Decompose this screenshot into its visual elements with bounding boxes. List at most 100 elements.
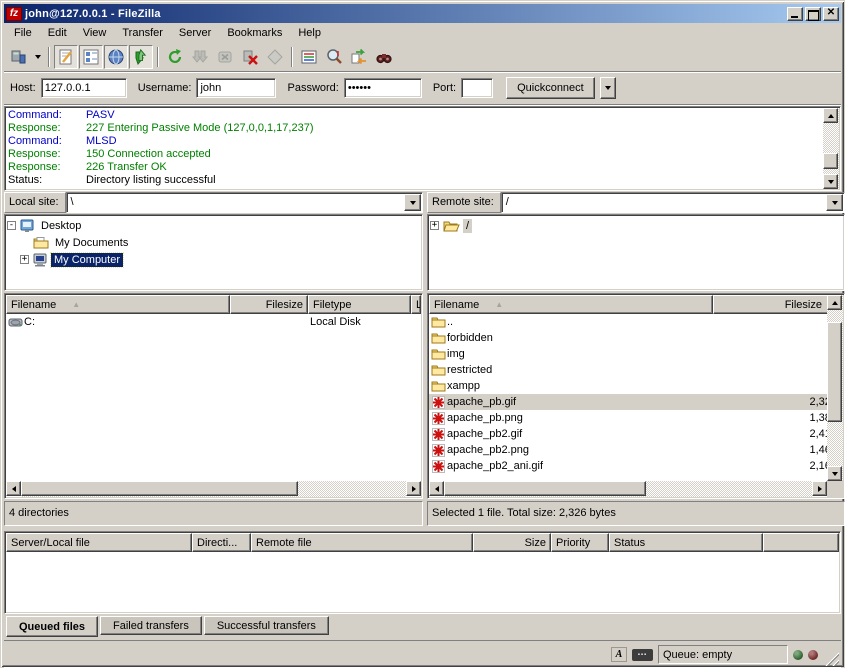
scroll-down-icon[interactable] [823,174,838,189]
site-manager-dropdown-icon[interactable] [32,46,44,68]
remote-tree: + / [427,214,845,291]
local-site-combobox[interactable]: \ [66,192,423,213]
local-file-list: Filename▲ Filesize Filetype L C: Local D… [4,293,423,499]
remote-file-row[interactable]: restricted [429,362,843,378]
local-site-row: Local site: \ [4,192,423,213]
menu-help[interactable]: Help [290,25,329,41]
local-horizontal-scrollbar[interactable] [6,481,421,497]
scrollbar-thumb[interactable] [21,481,298,496]
scroll-down-icon[interactable] [827,466,842,481]
scroll-up-icon[interactable] [827,295,842,310]
toggle-message-log-icon[interactable] [54,45,78,69]
refresh-icon[interactable] [163,45,187,69]
menu-server[interactable]: Server [171,25,219,41]
find-files-icon[interactable] [372,45,396,69]
remote-file-row[interactable]: apache_pb.gif2,326 [429,394,843,410]
tab-queued-files[interactable]: Queued files [6,616,98,637]
scrollbar-thumb[interactable] [444,481,646,496]
port-input[interactable] [461,78,493,98]
tree-item-desktop[interactable]: - Desktop [7,217,420,234]
menu-edit[interactable]: Edit [40,25,75,41]
tree-item-root[interactable]: + / [430,217,842,234]
reconnect-icon[interactable] [263,45,287,69]
remote-site-combobox[interactable]: / [501,192,845,213]
local-pane: Local site: \ - Desktop My Documents [4,192,423,526]
remote-file-row[interactable]: xampp [429,378,843,394]
log-scrollbar[interactable] [823,108,839,189]
site-manager-icon[interactable] [7,45,31,69]
disconnect-icon[interactable] [238,45,262,69]
combo-dropdown-icon[interactable] [404,194,421,211]
scrollbar-thumb[interactable] [823,153,838,169]
scroll-left-icon[interactable] [6,481,21,496]
computer-icon [33,253,48,267]
quickconnect-dropdown-icon[interactable] [600,77,616,99]
remote-horizontal-scrollbar[interactable] [429,481,843,497]
collapse-icon[interactable]: - [7,221,16,230]
host-input[interactable] [41,78,127,98]
remote-file-row[interactable]: forbidden [429,330,843,346]
expand-icon[interactable]: + [20,255,29,264]
scroll-left-icon[interactable] [429,481,444,496]
desktop-icon [20,219,35,233]
column-last-modified[interactable]: L [411,295,421,314]
password-input[interactable] [344,78,422,98]
remote-file-row[interactable]: img [429,346,843,362]
toggle-transfer-queue-icon[interactable] [129,45,153,69]
column-filename[interactable]: Filename▲ [6,295,230,314]
tree-item-my-computer[interactable]: + My Computer [7,251,420,268]
file-name: C: [24,316,228,328]
image-file-icon [429,412,447,425]
menu-file[interactable]: File [6,25,40,41]
local-file-row[interactable]: C: Local Disk [6,314,421,330]
maximize-button[interactable] [805,7,821,21]
expand-icon[interactable]: + [430,221,439,230]
title-bar: fz john@127.0.0.1 - FileZilla [4,4,841,23]
column-filetype[interactable]: Filetype [308,295,411,314]
column-remote-file[interactable]: Remote file [251,533,473,552]
directory-comparison-icon[interactable] [322,45,346,69]
column-direction[interactable]: Directi... [192,533,251,552]
menu-bookmarks[interactable]: Bookmarks [219,25,290,41]
minimize-button[interactable] [787,7,803,21]
quickconnect-button[interactable]: Quickconnect [506,77,595,99]
column-size[interactable]: Size [473,533,551,552]
toggle-local-tree-icon[interactable] [79,45,103,69]
quickconnect-bar: Host: Username: Password: Port: Quickcon… [4,72,841,105]
folder-icon [429,348,447,360]
remote-file-row[interactable]: apache_pb2.png1,463 [429,442,843,458]
column-filesize[interactable]: Filesize [713,295,843,314]
column-priority[interactable]: Priority [551,533,609,552]
username-input[interactable] [196,78,276,98]
combo-dropdown-icon[interactable] [826,194,843,211]
remote-pane: Remote site: / + / Filename▲ Filesize [427,192,845,526]
remote-vertical-scrollbar[interactable] [827,295,843,481]
column-server-local-file[interactable]: Server/Local file [6,533,192,552]
directory-filter-icon[interactable] [297,45,321,69]
close-button[interactable] [823,7,839,21]
menu-transfer[interactable]: Transfer [114,25,171,41]
scroll-up-icon[interactable] [823,108,838,123]
local-site-value: \ [67,193,403,212]
scroll-right-icon[interactable] [406,481,421,496]
remote-file-row[interactable]: .. [429,314,843,330]
column-status[interactable]: Status [609,533,763,552]
tree-item-my-documents[interactable]: My Documents [7,234,420,251]
tab-failed-transfers[interactable]: Failed transfers [100,616,202,635]
menu-view[interactable]: View [75,25,115,41]
tab-successful-transfers[interactable]: Successful transfers [204,616,329,635]
toggle-remote-tree-icon[interactable] [104,45,128,69]
cancel-operation-icon[interactable] [213,45,237,69]
resize-grip[interactable] [823,650,839,666]
remote-file-row[interactable]: apache_pb2.gif2,414 [429,426,843,442]
remote-file-row[interactable]: apache_pb.png1,385 [429,410,843,426]
scroll-right-icon[interactable] [812,481,827,496]
remote-file-row[interactable]: apache_pb2_ani.gif2,160 [429,458,843,474]
synchronized-browsing-icon[interactable] [347,45,371,69]
toolbar-separator [291,47,293,67]
scrollbar-thumb[interactable] [827,322,842,422]
port-label: Port: [433,82,456,94]
process-queue-icon[interactable] [188,45,212,69]
column-filename[interactable]: Filename▲ [429,295,713,314]
column-filesize[interactable]: Filesize [230,295,308,314]
